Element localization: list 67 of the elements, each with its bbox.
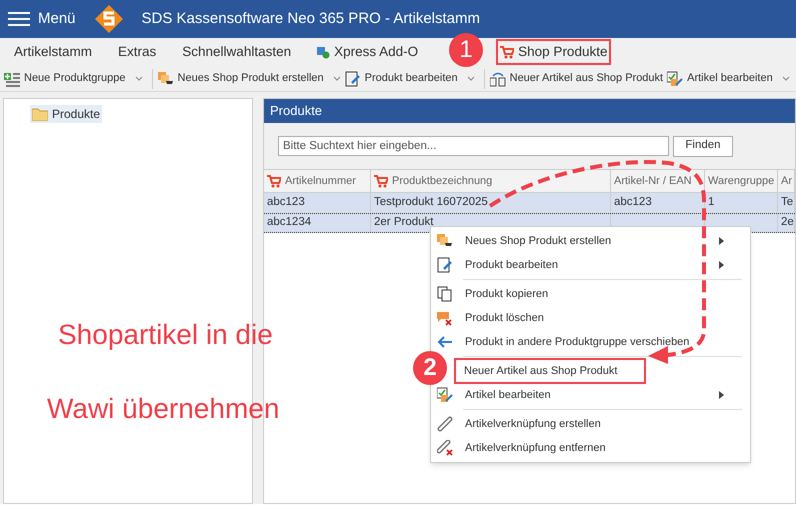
- submenu-arrow-icon: [719, 261, 724, 269]
- menu-item[interactable]: Produkt löschen: [431, 306, 750, 330]
- edit-icon: [344, 70, 361, 86]
- column-header[interactable]: Artikel-Nr / EAN: [611, 170, 705, 192]
- folder-icon: [32, 108, 48, 120]
- toolbar-button[interactable]: Neuer Artikel aus Shop Produkt: [490, 68, 668, 90]
- unlink-icon: [437, 440, 453, 456]
- menu-icon: [8, 11, 30, 27]
- copy-icon: [437, 286, 453, 302]
- column-header[interactable]: Artikelnummer: [264, 170, 371, 192]
- caret-icon: [466, 76, 475, 81]
- caret-icon: [332, 76, 341, 81]
- table-cell-text: abc123: [614, 194, 652, 210]
- table-cell-text: abc1234: [267, 215, 312, 230]
- cart-icon: [267, 174, 281, 188]
- menu-item[interactable]: Produkt in andere Produktgruppe verschieben: [431, 330, 750, 354]
- table-cell-text: abc123: [267, 194, 305, 210]
- submenu-arrow-icon: [719, 391, 724, 399]
- menu-item[interactable]: Artikelverknüpfung erstellen: [431, 412, 750, 436]
- menu-item[interactable]: Produkt bearbeiten: [431, 253, 750, 277]
- window-title: SDS Kassensoftware Neo 365 PRO - Artikelstamm: [142, 8, 480, 29]
- tree-item[interactable]: Produkte: [30, 105, 102, 123]
- logo-icon: [94, 4, 124, 34]
- table-cell-text: Te: [781, 194, 794, 210]
- menu-item[interactable]: Neuer Artikel aus Shop Produkt: [455, 359, 645, 383]
- table-cell-text: 1: [708, 194, 714, 210]
- add-list-icon: [4, 70, 20, 86]
- delete-icon: [437, 310, 453, 326]
- table-cell-text: Testprodukt 16072025: [374, 194, 488, 210]
- left-arrow-icon: [437, 336, 453, 348]
- table-cell-text: 2er Produkt: [374, 215, 434, 230]
- tab[interactable]: Extras: [114, 39, 160, 65]
- find-button[interactable]: Finden: [673, 136, 733, 156]
- cart-icon: [500, 46, 514, 58]
- checklist-edit-icon: [667, 70, 684, 86]
- table-cell-text: 2e: [781, 215, 794, 230]
- menu-item[interactable]: Artikelverknüpfung entfernen: [431, 436, 750, 460]
- caption-text: Shopartikel in die: [58, 318, 273, 352]
- column-header[interactable]: Warengruppe: [705, 170, 778, 192]
- tab[interactable]: Artikelstamm: [10, 39, 96, 65]
- transfer-boxes-icon: [490, 70, 506, 86]
- link-icon: [437, 416, 453, 432]
- toolbar-button[interactable]: Neue Produktgruppe: [4, 68, 147, 90]
- boxes-cart-icon: [437, 233, 453, 249]
- caret-icon: [782, 76, 790, 81]
- cube-icon: [317, 46, 330, 58]
- tab[interactable]: Schnellwahltasten: [178, 39, 296, 65]
- tab[interactable]: Xpress Add-O: [313, 39, 422, 65]
- submenu-arrow-icon: [719, 237, 724, 245]
- toolbar-button[interactable]: Artikel bearbeiten: [667, 68, 794, 90]
- tab[interactable]: Shop Produkte: [496, 39, 612, 65]
- menu-item[interactable]: Produkt kopieren: [431, 282, 750, 306]
- panel-title: Produkte: [264, 99, 795, 123]
- column-header[interactable]: Produktbezeichnung: [371, 170, 611, 192]
- boxes-cart-icon: [158, 70, 174, 86]
- search-field[interactable]: Bitte Suchtext hier eingeben...: [278, 136, 669, 156]
- table-row[interactable]: abc123 Testprodukt 16072025 abc123 1 Te: [264, 193, 795, 213]
- toolbar-button[interactable]: Produkt bearbeiten: [344, 68, 479, 90]
- column-header[interactable]: Ar: [778, 170, 795, 192]
- cart-icon: [374, 174, 388, 188]
- caption-text: Wawi übernehmen: [47, 392, 280, 426]
- edit-icon: [437, 257, 453, 273]
- checklist-edit-icon: [437, 387, 453, 403]
- caret-icon: [134, 76, 143, 81]
- toolbar-button[interactable]: Neues Shop Produkt erstellen: [158, 68, 345, 90]
- menu-item[interactable]: Artikel bearbeiten: [431, 383, 750, 407]
- menu-button[interactable]: Menü: [0, 0, 76, 38]
